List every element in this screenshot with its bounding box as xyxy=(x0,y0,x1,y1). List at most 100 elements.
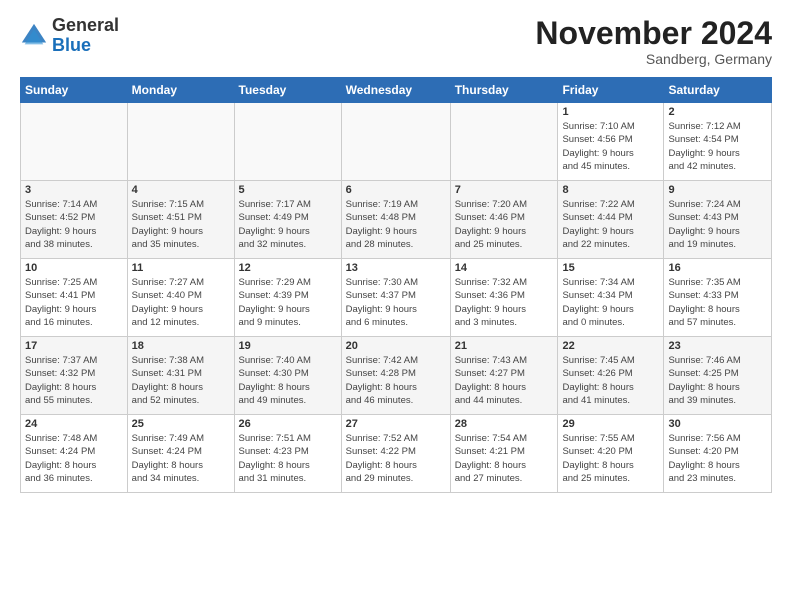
table-row: 25Sunrise: 7:49 AM Sunset: 4:24 PM Dayli… xyxy=(127,415,234,493)
day-info: Sunrise: 7:51 AM Sunset: 4:23 PM Dayligh… xyxy=(239,432,337,485)
day-number: 9 xyxy=(668,184,767,196)
day-number: 13 xyxy=(346,262,446,274)
table-row: 4Sunrise: 7:15 AM Sunset: 4:51 PM Daylig… xyxy=(127,181,234,259)
table-row: 7Sunrise: 7:20 AM Sunset: 4:46 PM Daylig… xyxy=(450,181,558,259)
table-row: 20 Sunrise: 7:42 AM Sunset: 4:28 PM Dayli… xyxy=(341,337,450,415)
day-info: Sunrise: 7:55 AM Sunset: 4:20 PM Dayligh… xyxy=(562,432,659,485)
table-row xyxy=(127,103,234,181)
logo-icon xyxy=(20,22,48,50)
page: General Blue November 2024 Sandberg, Ger… xyxy=(0,0,792,612)
day-number: 12 xyxy=(239,262,337,274)
table-row xyxy=(450,103,558,181)
day-info: Sunrise: 7:30 AM Sunset: 4:37 PM Dayligh… xyxy=(346,276,446,329)
day-info: Sunrise: 7:12 AM Sunset: 4:54 PM Dayligh… xyxy=(668,120,767,173)
day-info: Sunrise: 7:54 AM Sunset: 4:21 PM Dayligh… xyxy=(455,432,554,485)
day-info: Sunrise: 7:49 AM Sunset: 4:24 PM Dayligh… xyxy=(132,432,230,485)
day-info: Sunrise: 7:14 AM Sunset: 4:52 PM Dayligh… xyxy=(25,198,123,251)
day-number: 28 xyxy=(455,418,554,430)
day-info: Sunrise: 7:35 AM Sunset: 4:33 PM Dayligh… xyxy=(668,276,767,329)
table-row xyxy=(234,103,341,181)
calendar-week-row: 10 Sunrise: 7:25 AM Sunset: 4:41 PM Dayli… xyxy=(21,259,772,337)
table-row: 1Sunrise: 7:10 AM Sunset: 4:56 PM Daylig… xyxy=(558,103,664,181)
day-info: Sunrise: 7:24 AM Sunset: 4:43 PM Dayligh… xyxy=(668,198,767,251)
logo-text: General Blue xyxy=(52,16,119,56)
day-number: 24 xyxy=(25,418,123,430)
table-row: 30Sunrise: 7:56 AM Sunset: 4:20 PM Dayli… xyxy=(664,415,772,493)
table-row: 24 Sunrise: 7:48 AM Sunset: 4:24 PM Dayli… xyxy=(21,415,128,493)
calendar-week-row: 17 Sunrise: 7:37 AM Sunset: 4:32 PM Dayli… xyxy=(21,337,772,415)
day-info: Sunrise: 7:37 AM Sunset: 4:32 PM Dayligh… xyxy=(25,354,123,407)
logo: General Blue xyxy=(20,16,119,56)
table-row: 9 Sunrise: 7:24 AM Sunset: 4:43 PM Daylig… xyxy=(664,181,772,259)
calendar-week-row: 1Sunrise: 7:10 AM Sunset: 4:56 PM Daylig… xyxy=(21,103,772,181)
day-info: Sunrise: 7:40 AM Sunset: 4:30 PM Dayligh… xyxy=(239,354,337,407)
table-row: 11 Sunrise: 7:27 AM Sunset: 4:40 PM Dayli… xyxy=(127,259,234,337)
table-row: 3 Sunrise: 7:14 AM Sunset: 4:52 PM Daylig… xyxy=(21,181,128,259)
day-info: Sunrise: 7:43 AM Sunset: 4:27 PM Dayligh… xyxy=(455,354,554,407)
day-info: Sunrise: 7:20 AM Sunset: 4:46 PM Dayligh… xyxy=(455,198,554,251)
table-row: 27 Sunrise: 7:52 AM Sunset: 4:22 PM Dayli… xyxy=(341,415,450,493)
table-row: 26 Sunrise: 7:51 AM Sunset: 4:23 PM Dayli… xyxy=(234,415,341,493)
logo-general: General xyxy=(52,15,119,35)
day-number: 1 xyxy=(562,106,659,118)
day-info: Sunrise: 7:45 AM Sunset: 4:26 PM Dayligh… xyxy=(562,354,659,407)
day-info: Sunrise: 7:46 AM Sunset: 4:25 PM Dayligh… xyxy=(668,354,767,407)
calendar-week-row: 3 Sunrise: 7:14 AM Sunset: 4:52 PM Daylig… xyxy=(21,181,772,259)
table-row: 18 Sunrise: 7:38 AM Sunset: 4:31 PM Dayli… xyxy=(127,337,234,415)
day-info: Sunrise: 7:29 AM Sunset: 4:39 PM Dayligh… xyxy=(239,276,337,329)
calendar: Sunday Monday Tuesday Wednesday Thursday… xyxy=(20,77,772,493)
table-row: 6Sunrise: 7:19 AM Sunset: 4:48 PM Daylig… xyxy=(341,181,450,259)
day-info: Sunrise: 7:38 AM Sunset: 4:31 PM Dayligh… xyxy=(132,354,230,407)
day-number: 8 xyxy=(562,184,659,196)
day-number: 14 xyxy=(455,262,554,274)
table-row: 2 Sunrise: 7:12 AM Sunset: 4:54 PM Daylig… xyxy=(664,103,772,181)
day-number: 5 xyxy=(239,184,337,196)
day-number: 26 xyxy=(239,418,337,430)
day-info: Sunrise: 7:42 AM Sunset: 4:28 PM Dayligh… xyxy=(346,354,446,407)
day-info: Sunrise: 7:17 AM Sunset: 4:49 PM Dayligh… xyxy=(239,198,337,251)
table-row: 12 Sunrise: 7:29 AM Sunset: 4:39 PM Dayli… xyxy=(234,259,341,337)
table-row: 13 Sunrise: 7:30 AM Sunset: 4:37 PM Dayli… xyxy=(341,259,450,337)
day-number: 22 xyxy=(562,340,659,352)
col-friday: Friday xyxy=(558,78,664,103)
table-row: 10 Sunrise: 7:25 AM Sunset: 4:41 PM Dayli… xyxy=(21,259,128,337)
day-info: Sunrise: 7:27 AM Sunset: 4:40 PM Dayligh… xyxy=(132,276,230,329)
day-number: 3 xyxy=(25,184,123,196)
day-info: Sunrise: 7:32 AM Sunset: 4:36 PM Dayligh… xyxy=(455,276,554,329)
day-number: 11 xyxy=(132,262,230,274)
day-number: 2 xyxy=(668,106,767,118)
col-monday: Monday xyxy=(127,78,234,103)
col-wednesday: Wednesday xyxy=(341,78,450,103)
table-row: 28 Sunrise: 7:54 AM Sunset: 4:21 PM Dayli… xyxy=(450,415,558,493)
table-row: 17 Sunrise: 7:37 AM Sunset: 4:32 PM Dayli… xyxy=(21,337,128,415)
table-row: 8Sunrise: 7:22 AM Sunset: 4:44 PM Daylig… xyxy=(558,181,664,259)
day-info: Sunrise: 7:34 AM Sunset: 4:34 PM Dayligh… xyxy=(562,276,659,329)
day-number: 10 xyxy=(25,262,123,274)
day-info: Sunrise: 7:48 AM Sunset: 4:24 PM Dayligh… xyxy=(25,432,123,485)
day-info: Sunrise: 7:52 AM Sunset: 4:22 PM Dayligh… xyxy=(346,432,446,485)
day-number: 16 xyxy=(668,262,767,274)
day-info: Sunrise: 7:56 AM Sunset: 4:20 PM Dayligh… xyxy=(668,432,767,485)
day-number: 15 xyxy=(562,262,659,274)
table-row: 21 Sunrise: 7:43 AM Sunset: 4:27 PM Dayli… xyxy=(450,337,558,415)
header: General Blue November 2024 Sandberg, Ger… xyxy=(20,16,772,67)
day-number: 4 xyxy=(132,184,230,196)
day-info: Sunrise: 7:25 AM Sunset: 4:41 PM Dayligh… xyxy=(25,276,123,329)
logo-blue: Blue xyxy=(52,35,91,55)
day-number: 19 xyxy=(239,340,337,352)
day-number: 18 xyxy=(132,340,230,352)
table-row: 22 Sunrise: 7:45 AM Sunset: 4:26 PM Dayli… xyxy=(558,337,664,415)
day-number: 17 xyxy=(25,340,123,352)
table-row: 15 Sunrise: 7:34 AM Sunset: 4:34 PM Dayli… xyxy=(558,259,664,337)
table-row xyxy=(341,103,450,181)
day-number: 20 xyxy=(346,340,446,352)
day-number: 21 xyxy=(455,340,554,352)
col-saturday: Saturday xyxy=(664,78,772,103)
table-row: 19 Sunrise: 7:40 AM Sunset: 4:30 PM Dayli… xyxy=(234,337,341,415)
table-row: 16 Sunrise: 7:35 AM Sunset: 4:33 PM Dayli… xyxy=(664,259,772,337)
calendar-week-row: 24 Sunrise: 7:48 AM Sunset: 4:24 PM Dayli… xyxy=(21,415,772,493)
table-row: 14 Sunrise: 7:32 AM Sunset: 4:36 PM Dayli… xyxy=(450,259,558,337)
day-number: 6 xyxy=(346,184,446,196)
day-number: 27 xyxy=(346,418,446,430)
table-row: 5 Sunrise: 7:17 AM Sunset: 4:49 PM Daylig… xyxy=(234,181,341,259)
